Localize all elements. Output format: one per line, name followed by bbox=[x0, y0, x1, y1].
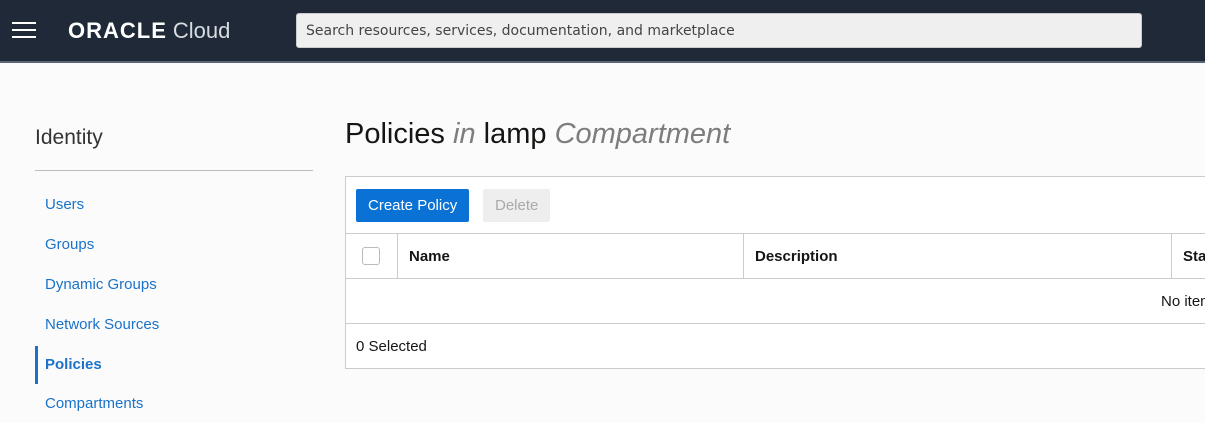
hamburger-menu-icon[interactable] bbox=[12, 22, 36, 40]
delete-button[interactable]: Delete bbox=[483, 189, 551, 222]
empty-message: No items bbox=[1161, 293, 1205, 310]
create-policy-button[interactable]: Create Policy bbox=[356, 189, 470, 222]
policies-table-panel: Create Policy Delete Name Description St… bbox=[345, 176, 1205, 369]
sidebar-item-dynamic-groups[interactable]: Dynamic Groups bbox=[35, 266, 315, 304]
search-input[interactable] bbox=[296, 13, 1142, 48]
top-bar: ORACLE Cloud bbox=[0, 0, 1205, 63]
oracle-cloud-logo[interactable]: ORACLE Cloud bbox=[68, 18, 230, 44]
column-header-description[interactable]: Description bbox=[755, 234, 838, 279]
sidebar-title: Identity bbox=[35, 126, 103, 149]
table-header: Name Description Status bbox=[346, 233, 1205, 279]
selected-count: 0 Selected bbox=[356, 338, 427, 355]
column-header-status[interactable]: Status bbox=[1183, 234, 1205, 279]
sidebar-item-users[interactable]: Users bbox=[35, 186, 315, 224]
empty-row: No items bbox=[346, 278, 1205, 324]
sidebar-item-network-sources[interactable]: Network Sources bbox=[35, 306, 315, 344]
select-all-checkbox[interactable] bbox=[362, 247, 380, 265]
sidebar-item-compartments[interactable]: Compartments bbox=[35, 385, 315, 423]
divider bbox=[35, 170, 313, 171]
sidebar-item-policies[interactable]: Policies bbox=[35, 346, 315, 384]
page-title: Policies in lamp Compartment bbox=[345, 118, 731, 150]
column-header-name[interactable]: Name bbox=[409, 234, 450, 279]
sidebar-item-groups[interactable]: Groups bbox=[35, 226, 315, 264]
table-footer: 0 Selected bbox=[346, 323, 1205, 370]
